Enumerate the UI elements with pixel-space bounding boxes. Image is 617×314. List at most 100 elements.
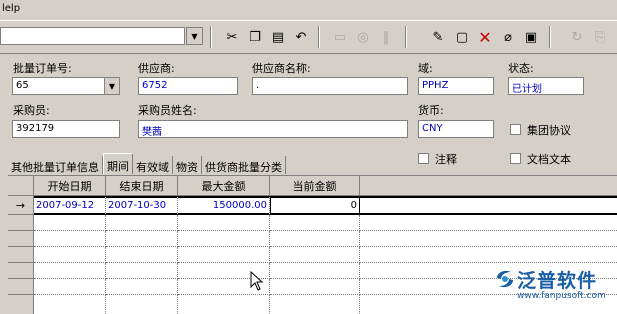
save-icon[interactable]: ▣ bbox=[521, 27, 541, 47]
watermark-logo: 泛普软件 www.fanpusoft.com bbox=[493, 266, 613, 306]
grid-cell bbox=[360, 247, 617, 263]
grid-cell[interactable] bbox=[178, 231, 270, 247]
grid-cell[interactable] bbox=[34, 215, 106, 231]
new-icon[interactable]: ✎ bbox=[428, 27, 448, 47]
grid-corner bbox=[8, 176, 34, 196]
menu-bar: lelp bbox=[0, 0, 617, 18]
column-header-start-date[interactable]: 开始日期 bbox=[34, 176, 106, 196]
toolbar-separator bbox=[549, 26, 551, 48]
grid-cell[interactable] bbox=[178, 215, 270, 231]
refresh-icon[interactable]: ↻ bbox=[567, 27, 587, 47]
currency-field[interactable]: CNY bbox=[418, 120, 494, 138]
toolbar-select-dropdown[interactable]: ▼ bbox=[186, 27, 203, 45]
grid-cell[interactable] bbox=[34, 295, 106, 314]
undo-icon[interactable]: ↶ bbox=[291, 27, 311, 47]
supplier-field[interactable]: 6752 bbox=[138, 77, 238, 95]
eraser-icon[interactable]: ⌀ bbox=[498, 27, 518, 47]
chevron-down-icon: ▼ bbox=[191, 31, 198, 41]
grid-cell[interactable] bbox=[270, 215, 360, 231]
copy-icon[interactable]: ❐ bbox=[245, 27, 265, 47]
print-icon[interactable]: ⎘ bbox=[590, 27, 610, 47]
grid-cell[interactable] bbox=[270, 231, 360, 247]
grid-cell[interactable] bbox=[34, 231, 106, 247]
column-header-current-amount[interactable]: 当前金额 bbox=[270, 176, 360, 196]
row-indicator[interactable] bbox=[8, 279, 34, 295]
cell-end-date[interactable]: 2007-10-30 bbox=[106, 196, 178, 215]
row-indicator[interactable] bbox=[8, 231, 34, 247]
buyer-label: 采购员: bbox=[13, 104, 50, 117]
row-indicator[interactable] bbox=[8, 247, 34, 263]
domain-field[interactable]: PPHZ bbox=[418, 77, 494, 95]
supplier-name-label: 供应商名称: bbox=[252, 62, 311, 75]
supplier-label: 供应商: bbox=[138, 62, 175, 75]
toolbar-select[interactable] bbox=[0, 27, 185, 45]
grid-cell bbox=[360, 231, 617, 247]
grid-cell[interactable] bbox=[106, 279, 178, 295]
grid-cell[interactable] bbox=[34, 263, 106, 279]
currency-label: 货币: bbox=[418, 104, 444, 117]
grid-cell bbox=[360, 215, 617, 231]
grid-cell[interactable] bbox=[106, 215, 178, 231]
note-checkbox[interactable] bbox=[418, 153, 429, 164]
supplier-name-field[interactable]: . bbox=[252, 77, 408, 95]
row-indicator[interactable] bbox=[8, 295, 34, 314]
grid-cell[interactable] bbox=[270, 263, 360, 279]
toolbar: ▼ ✂ ❐ ▤ ↶ ▭ ◎ ‖ ✎ ▢ ✕ ⌀ ▣ ↻ ⎘ bbox=[0, 20, 617, 54]
grid-cell[interactable] bbox=[270, 295, 360, 314]
tab-supplier-category[interactable]: 供货商批量分类 bbox=[202, 156, 286, 174]
cell-max-amount[interactable]: 150000.00 bbox=[178, 196, 270, 215]
arrow-right-icon: → bbox=[15, 198, 26, 212]
grid-cell[interactable] bbox=[106, 295, 178, 314]
toolbar-separator bbox=[318, 26, 320, 48]
group-agreement-checkbox[interactable] bbox=[510, 124, 521, 135]
buyer-name-label: 采购员姓名: bbox=[138, 104, 197, 117]
tab-period[interactable]: 期间 bbox=[103, 153, 133, 174]
grid-cell[interactable] bbox=[270, 247, 360, 263]
menu-help[interactable]: lelp bbox=[2, 3, 20, 14]
doc-text-label: 文档文本 bbox=[527, 153, 571, 166]
grid-cell[interactable] bbox=[106, 231, 178, 247]
note-label: 注释 bbox=[435, 153, 457, 166]
mouse-cursor-icon bbox=[250, 271, 264, 291]
circle-icon[interactable]: ◎ bbox=[353, 27, 373, 47]
po-number-dropdown[interactable]: ▼ bbox=[104, 77, 120, 95]
column-header-max-amount[interactable]: 最大金额 bbox=[178, 176, 270, 196]
status-field[interactable]: 已计划 bbox=[508, 77, 584, 95]
status-label: 状态: bbox=[508, 62, 534, 75]
folder-icon[interactable]: ▢ bbox=[452, 27, 472, 47]
chevron-down-icon: ▼ bbox=[108, 81, 116, 91]
buyer-field[interactable]: 392179 bbox=[12, 120, 120, 138]
row-indicator[interactable] bbox=[8, 263, 34, 279]
tab-other-info[interactable]: 其他批量订单信息 bbox=[8, 156, 103, 174]
grid-cell[interactable] bbox=[178, 295, 270, 314]
cell-current-amount[interactable]: 0 bbox=[270, 196, 360, 215]
domain-label: 域: bbox=[418, 62, 433, 75]
tab-materials[interactable]: 物资 bbox=[173, 156, 202, 174]
grid-cell[interactable] bbox=[106, 263, 178, 279]
row-indicator[interactable] bbox=[8, 215, 34, 231]
fanpu-logo-icon bbox=[497, 270, 513, 288]
toolbar-separator bbox=[210, 26, 212, 48]
row-indicator[interactable]: → bbox=[8, 196, 34, 215]
column-header-filler bbox=[360, 176, 617, 196]
tab-strip: 其他批量订单信息 期间 有效域 物资 供货商批量分类 bbox=[8, 153, 286, 175]
grid-cell[interactable] bbox=[34, 279, 106, 295]
toolbar-separator bbox=[405, 26, 407, 48]
po-number-label: 批量订单号: bbox=[13, 62, 72, 75]
cell-start-date[interactable]: 2007-09-12 bbox=[34, 196, 106, 215]
watermark-url: www.fanpusoft.com bbox=[517, 291, 606, 301]
tab-valid-domain[interactable]: 有效域 bbox=[133, 156, 173, 174]
cut-icon[interactable]: ✂ bbox=[222, 27, 242, 47]
column-header-end-date[interactable]: 结束日期 bbox=[106, 176, 178, 196]
doc-text-checkbox[interactable] bbox=[510, 153, 521, 164]
grid-icon[interactable]: ▭ bbox=[330, 27, 350, 47]
grid-cell[interactable] bbox=[178, 247, 270, 263]
buyer-name-field[interactable]: 樊茜 bbox=[138, 120, 408, 138]
paste-icon[interactable]: ▤ bbox=[268, 27, 288, 47]
watermark-brand: 泛普软件 bbox=[517, 270, 598, 292]
grid-cell[interactable] bbox=[270, 279, 360, 295]
attach-icon[interactable]: ‖ bbox=[376, 27, 396, 47]
grid-cell[interactable] bbox=[34, 247, 106, 263]
delete-icon[interactable]: ✕ bbox=[475, 27, 495, 47]
grid-cell[interactable] bbox=[106, 247, 178, 263]
